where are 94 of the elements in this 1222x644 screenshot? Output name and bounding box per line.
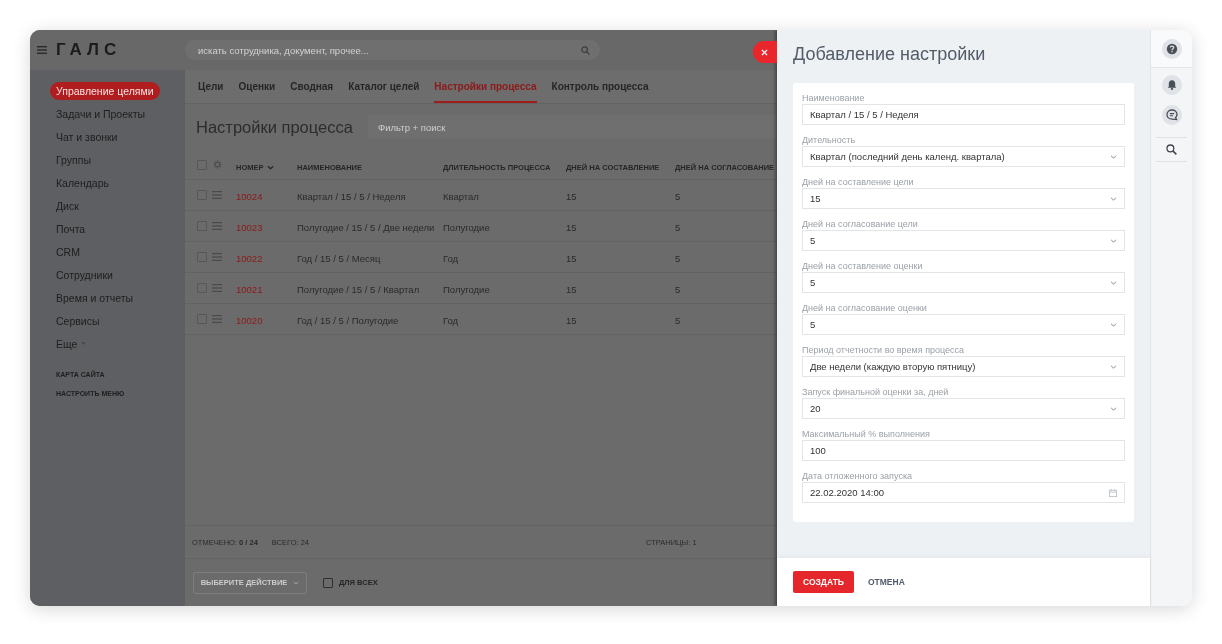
tab[interactable]: Каталог целей <box>348 70 420 103</box>
table-cell: 15 <box>566 284 577 295</box>
caret-icon <box>266 164 274 170</box>
chevron-icon <box>1110 238 1117 243</box>
table-cell: 15 <box>566 191 577 202</box>
table-cell: Год / 15 / 5 / Месяц <box>297 253 381 264</box>
tab[interactable]: Сводная <box>290 70 334 103</box>
sidebar-item[interactable]: Диск <box>50 196 85 215</box>
input-field[interactable]: 100 <box>802 440 1125 461</box>
table-cell: Квартал / 15 / 5 / Неделя <box>297 191 406 202</box>
filter-field[interactable]: Фильтр + поиск <box>368 115 777 139</box>
search-field[interactable]: искать сотрудника, документ, прочее... <box>185 40 600 60</box>
field-label: Дата отложенного запуска <box>802 470 913 481</box>
close-button[interactable] <box>753 41 777 63</box>
chevron-icon <box>1110 364 1117 369</box>
chevron-icon <box>1110 406 1117 411</box>
create-button[interactable]: СОЗДАТЬ <box>793 571 854 593</box>
sidebar-item[interactable]: Время и отчеты <box>50 288 140 307</box>
table-cell: Полугодие / 15 / 5 / Квартал <box>297 284 420 295</box>
row-number-link[interactable]: 10022 <box>236 253 263 264</box>
calendar-icon[interactable] <box>1109 488 1117 497</box>
sidebar-item[interactable]: Группы <box>50 150 97 169</box>
help-icon[interactable] <box>1161 38 1182 59</box>
row-menu-icon[interactable] <box>212 222 222 230</box>
bell-icon[interactable] <box>1161 75 1182 95</box>
field-label: Максимальный % выполнения <box>802 428 930 439</box>
chat-icon[interactable] <box>1161 105 1182 125</box>
sidebar-item[interactable]: Чат и звонки <box>50 127 124 146</box>
tab[interactable]: Оценки <box>238 70 276 103</box>
sidebar-item[interactable]: Календарь <box>50 173 115 192</box>
select-field[interactable]: Две недели (каждую вторую пятницу) <box>802 356 1125 377</box>
table-cell: 15 <box>566 222 577 233</box>
panel-title: Добавление настройки <box>792 43 987 66</box>
table-cell: Полугодие <box>443 222 490 233</box>
row-number-link[interactable]: 10023 <box>236 222 263 233</box>
tab[interactable]: Контроль процесса <box>551 70 649 103</box>
settings-icon[interactable] <box>213 160 222 169</box>
select-field[interactable]: 15 <box>802 188 1125 209</box>
row-menu-icon[interactable] <box>212 315 222 323</box>
field-label: Дней на согласование оценки <box>802 302 927 313</box>
chevron-icon <box>1110 196 1117 201</box>
sidebar-item[interactable]: Сотрудники <box>50 265 119 284</box>
sidebar-item[interactable]: Еще <box>50 334 93 353</box>
tab[interactable]: Настройки процесса <box>434 70 537 103</box>
sidebar-item[interactable]: Задачи и Проекты <box>50 104 152 123</box>
select-field[interactable]: 20 <box>802 398 1125 419</box>
table-cell: 5 <box>675 222 681 233</box>
table-cell: 5 <box>675 284 681 295</box>
field-label: Дительность <box>802 134 856 145</box>
table-cell: 5 <box>675 253 681 264</box>
close-icon <box>761 48 768 56</box>
table-cell: Полугодие / 15 / 5 / Две недели <box>297 222 435 233</box>
select-field[interactable]: Квартал (последний день календ. квартала) <box>802 146 1125 167</box>
table-cell: 15 <box>566 315 577 326</box>
for-all-checkbox[interactable] <box>323 577 333 588</box>
field-label: Период отчетности во время процесса <box>802 344 965 355</box>
sidebar-item[interactable]: CRM <box>50 242 86 261</box>
field-label: Дней на согласование цели <box>802 218 918 229</box>
row-menu-icon[interactable] <box>212 191 222 199</box>
input-field[interactable]: Квартал / 15 / 5 / Неделя <box>802 104 1125 125</box>
sidebar-item[interactable]: Сервисы <box>50 311 106 330</box>
row-number-link[interactable]: 10021 <box>236 284 263 295</box>
row-menu-icon[interactable] <box>212 284 222 292</box>
row-number-link[interactable]: 10024 <box>236 191 263 202</box>
cancel-button[interactable]: ОТМЕНА <box>859 571 913 593</box>
table-cell: 5 <box>675 315 681 326</box>
sidebar-item[interactable]: Почта <box>50 219 92 238</box>
table-cell: 5 <box>675 191 681 202</box>
chevron-icon <box>293 580 300 585</box>
chevron-icon <box>1110 154 1117 159</box>
field-label: Дней на составление оценки <box>802 260 923 271</box>
date-field[interactable]: 22.02.2020 14:00 <box>802 482 1125 503</box>
row-menu-icon[interactable] <box>212 253 222 261</box>
select-field[interactable]: 5 <box>802 314 1125 335</box>
page-title: Настройки процесса <box>196 117 353 137</box>
table-cell: Год <box>443 315 459 326</box>
chevron-icon <box>1110 322 1117 327</box>
select-field[interactable]: 5 <box>802 272 1125 293</box>
search-icon[interactable] <box>1166 144 1177 155</box>
table-cell: Полугодие <box>443 284 490 295</box>
field-label: Дней на составление цели <box>802 176 914 187</box>
chevron-icon <box>1110 280 1117 285</box>
tab[interactable]: Цели <box>198 70 224 103</box>
row-number-link[interactable]: 10020 <box>236 315 263 326</box>
field-label: Запуск финальной оценки за, дней <box>802 386 949 397</box>
logo[interactable]: ГАЛС <box>56 41 122 59</box>
table-cell: Год / 15 / 5 / Полугодие <box>297 315 399 326</box>
table-cell: Квартал <box>443 191 479 202</box>
menu-icon[interactable] <box>37 46 47 54</box>
select-field[interactable]: 5 <box>802 230 1125 251</box>
table-cell: 15 <box>566 253 577 264</box>
field-label: Наименование <box>802 92 865 103</box>
table-cell: Год <box>443 253 459 264</box>
sidebar-item[interactable]: Управление целями <box>50 81 160 100</box>
